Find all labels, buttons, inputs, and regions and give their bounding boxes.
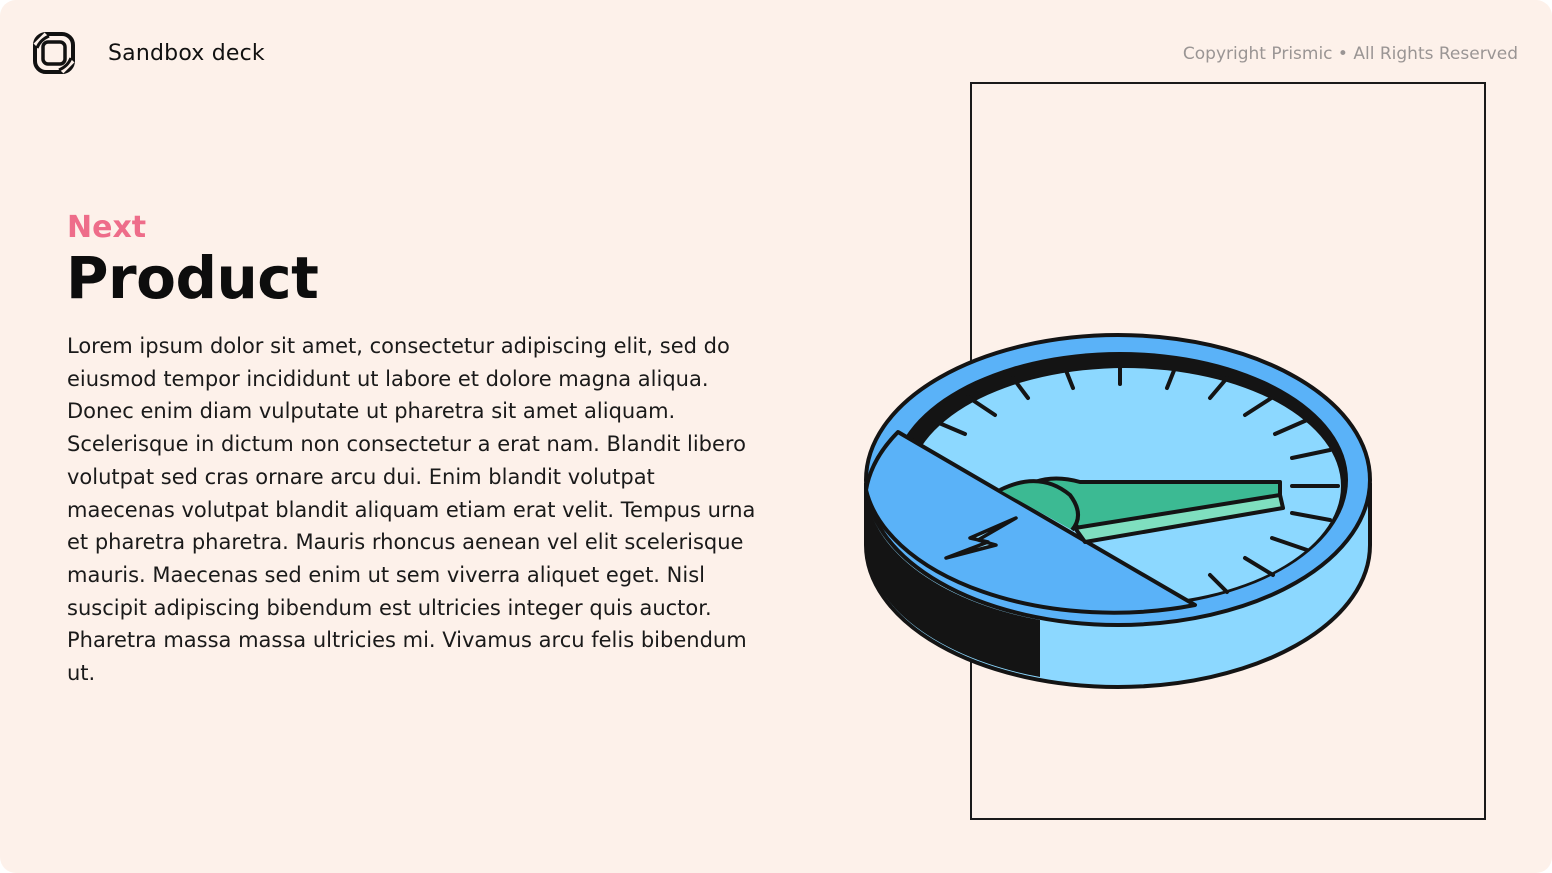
brand[interactable]: Sandbox deck bbox=[32, 30, 265, 76]
slide-eyebrow: Next bbox=[67, 210, 147, 245]
slide: Sandbox deck Copyright Prismic • All Rig… bbox=[0, 0, 1552, 873]
prismic-logo-icon bbox=[33, 32, 75, 74]
speed-gauge-icon bbox=[864, 333, 1372, 689]
slide-title: Product bbox=[66, 244, 319, 312]
slide-body-text: Lorem ipsum dolor sit amet, consectetur … bbox=[67, 334, 756, 686]
app-name: Sandbox deck bbox=[108, 40, 265, 66]
copyright-text: Copyright Prismic • All Rights Reserved bbox=[1182, 44, 1518, 64]
